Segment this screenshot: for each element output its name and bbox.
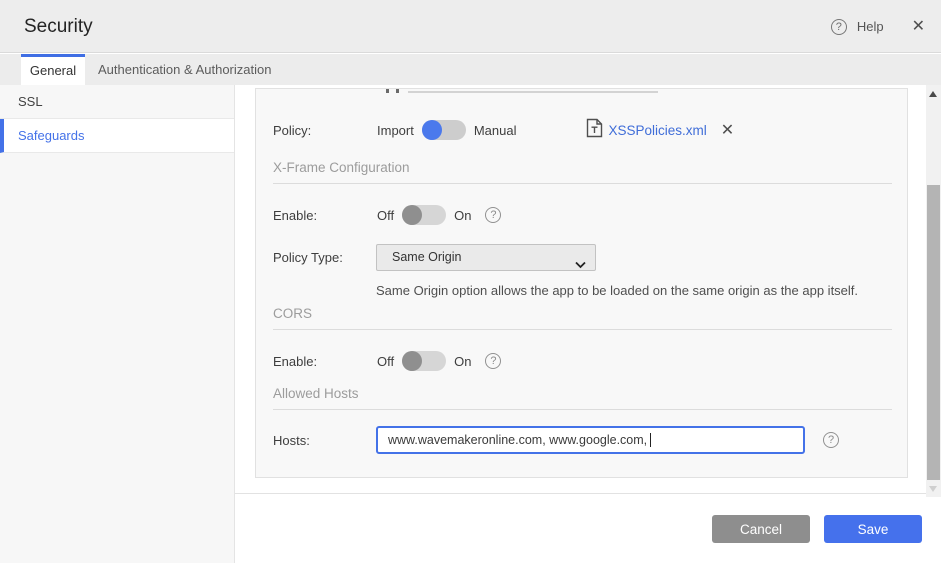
xframe-enable-label: Enable: [273, 207, 318, 223]
cors-enable-row: Enable: Off On ? [273, 351, 890, 371]
hosts-help-icon[interactable]: ? [823, 432, 839, 448]
scroll-up-arrow-icon[interactable] [929, 91, 937, 97]
security-dialog: Security ? Help ✕ General Authentication… [0, 0, 941, 563]
clipped-row-remnant [386, 89, 666, 93]
manual-label: Manual [473, 122, 517, 138]
divider [273, 409, 892, 410]
sidebar: SSL Safeguards [0, 85, 235, 563]
on-label: On [454, 353, 472, 369]
save-button[interactable]: Save [824, 515, 922, 543]
xml-file-icon [586, 118, 603, 143]
sidebar-item-safeguards[interactable]: Safeguards [0, 119, 234, 153]
sidebar-item-ssl[interactable]: SSL [0, 85, 234, 119]
hosts-input[interactable]: www.wavemakeronline.com, www.google.com, [376, 426, 805, 454]
scroll-thumb[interactable] [927, 185, 940, 480]
section-title-cors: CORS [273, 306, 313, 321]
remove-file-icon[interactable]: ✕ [721, 120, 734, 140]
hosts-input-value: www.wavemakeronline.com, www.google.com, [388, 433, 648, 447]
header: Security ? Help ✕ [0, 0, 941, 53]
cancel-button[interactable]: Cancel [712, 515, 810, 543]
import-manual-toggle[interactable] [421, 120, 466, 140]
help-icon[interactable]: ? [830, 18, 847, 35]
on-label: On [454, 207, 472, 223]
cors-enable-help-icon[interactable]: ? [485, 353, 502, 369]
divider [273, 329, 892, 330]
xframe-enable-row: Enable: Off On ? [273, 205, 890, 225]
import-label: Import [377, 122, 414, 138]
xframe-enable-help-icon[interactable]: ? [485, 207, 502, 223]
policy-row: Policy: Import Manual XSSPolicies.xml ✕ [273, 118, 890, 143]
xss-policies-file-link[interactable]: XSSPolicies.xml [608, 123, 706, 138]
tab-authentication[interactable]: Authentication & Authorization [98, 54, 271, 85]
content-panel: Policy: Import Manual XSSPolicies.xml ✕ … [255, 88, 908, 478]
tab-bar: General Authentication & Authorization [0, 54, 941, 85]
policy-type-label: Policy Type: [273, 250, 343, 265]
page-title: Security [24, 16, 93, 37]
help-label[interactable]: Help [857, 19, 884, 34]
policy-type-row: Policy Type: Same Origin [273, 244, 890, 271]
cors-enable-label: Enable: [273, 353, 318, 369]
policy-type-description: Same Origin option allows the app to be … [376, 283, 859, 298]
divider [273, 183, 892, 184]
policy-label: Policy: [273, 122, 312, 138]
toggle-knob [421, 120, 442, 140]
xframe-enable-toggle[interactable] [402, 205, 447, 225]
chevron-down-icon [575, 253, 586, 278]
toggle-knob [402, 205, 423, 225]
off-label: Off [377, 353, 395, 369]
footer-divider [235, 493, 941, 494]
policy-type-selected-value: Same Origin [392, 250, 462, 264]
toggle-knob [402, 351, 423, 371]
section-title-allowed-hosts: Allowed Hosts [273, 386, 359, 401]
scroll-down-arrow-icon[interactable] [929, 486, 937, 492]
close-icon[interactable]: ✕ [912, 18, 925, 35]
vertical-scrollbar[interactable] [926, 85, 941, 497]
text-caret [650, 433, 652, 447]
policy-type-select[interactable]: Same Origin [376, 244, 596, 271]
hosts-label: Hosts: [273, 432, 310, 448]
section-title-xframe: X-Frame Configuration [273, 160, 410, 175]
cors-enable-toggle[interactable] [402, 351, 447, 371]
header-actions: ? Help ✕ [830, 0, 925, 53]
hosts-row: Hosts: www.wavemakeronline.com, www.goog… [273, 426, 890, 454]
off-label: Off [377, 207, 395, 223]
tab-general[interactable]: General [21, 54, 85, 85]
